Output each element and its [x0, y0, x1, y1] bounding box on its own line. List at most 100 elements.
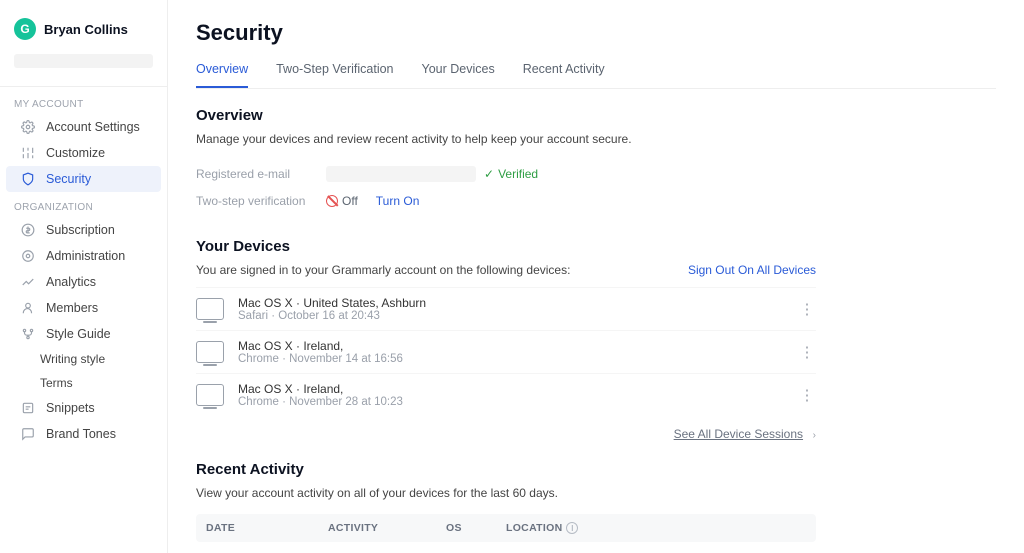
- device-sub: Safari · October 16 at 20:43: [238, 310, 798, 322]
- activity-heading: Recent Activity: [196, 461, 816, 478]
- sidebar-subitem-terms[interactable]: Terms: [0, 371, 167, 395]
- check-icon: ✓: [484, 167, 494, 181]
- device-title: Mac OS X · United States, Ashburn: [238, 296, 798, 310]
- col-location-label: LOCATION: [506, 522, 562, 534]
- page-title: Security: [196, 20, 996, 46]
- sidebar-subitem-writing-style[interactable]: Writing style: [0, 347, 167, 371]
- sidebar-item-customize[interactable]: Customize: [6, 140, 161, 166]
- sidebar-item-subscription[interactable]: Subscription: [6, 217, 161, 243]
- col-date-header: DATE: [206, 522, 328, 534]
- col-location-header: LOCATION i: [506, 522, 626, 534]
- device-text: Mac OS X · United States, Ashburn Safari…: [238, 296, 798, 322]
- sliders-icon: [20, 145, 36, 161]
- tab-devices[interactable]: Your Devices: [422, 56, 495, 88]
- sidebar-item-label: Brand Tones: [46, 427, 116, 441]
- sidebar-item-label: Security: [46, 172, 91, 186]
- sidebar-item-label: Customize: [46, 146, 105, 160]
- verified-label: Verified: [498, 167, 538, 181]
- turn-on-link[interactable]: Turn On: [376, 194, 420, 208]
- sign-out-all-link[interactable]: Sign Out On All Devices: [688, 263, 816, 277]
- device-menu-button[interactable]: ⋮: [798, 343, 816, 361]
- devices-heading: Your Devices: [196, 238, 816, 255]
- sidebar-section-account: MY ACCOUNT: [0, 97, 167, 114]
- two-step-row: Two-step verification Off Turn On: [196, 188, 816, 214]
- two-step-status: Off: [326, 194, 358, 208]
- sidebar-item-account-settings[interactable]: Account Settings: [6, 114, 161, 140]
- activity-section: Recent Activity View your account activi…: [196, 461, 816, 553]
- sidebar-item-analytics[interactable]: Analytics: [6, 269, 161, 295]
- sidebar-item-security[interactable]: Security: [6, 166, 161, 192]
- main-content: Security Overview Two-Step Verification …: [168, 0, 1024, 553]
- device-menu-button[interactable]: ⋮: [798, 386, 816, 404]
- col-activity-header: ACTIVITY: [328, 522, 446, 534]
- chevron-right-icon: ›: [813, 430, 816, 441]
- sidebar-item-style-guide[interactable]: Style Guide: [6, 321, 161, 347]
- device-row: Mac OS X · Ireland, Chrome · November 28…: [196, 373, 816, 416]
- overview-desc: Manage your devices and review recent ac…: [196, 132, 816, 146]
- devices-desc: You are signed in to your Grammarly acco…: [196, 263, 570, 277]
- laptop-icon: [196, 341, 224, 363]
- tab-overview[interactable]: Overview: [196, 56, 248, 88]
- sidebar-item-brand-tones[interactable]: Brand Tones: [6, 421, 161, 447]
- device-menu-button[interactable]: ⋮: [798, 300, 816, 318]
- sidebar-item-label: Analytics: [46, 275, 96, 289]
- sidebar-item-label: Style Guide: [46, 327, 111, 341]
- sidebar-item-members[interactable]: Members: [6, 295, 161, 321]
- device-sub: Chrome · November 28 at 10:23: [238, 396, 798, 408]
- registered-email-redacted: [326, 166, 476, 182]
- two-step-label: Two-step verification: [196, 194, 326, 208]
- divider: [0, 86, 167, 87]
- registered-email-label: Registered e-mail: [196, 167, 326, 181]
- sidebar-item-label: Account Settings: [46, 120, 140, 134]
- sidebar-item-label: Snippets: [46, 401, 95, 415]
- sidebar-item-administration[interactable]: Administration: [6, 243, 161, 269]
- tone-icon: [20, 426, 36, 442]
- chart-icon: [20, 274, 36, 290]
- info-icon[interactable]: i: [566, 522, 578, 534]
- off-icon: [326, 195, 338, 207]
- see-all-link[interactable]: See All Device Sessions: [674, 427, 803, 441]
- gear-icon: [20, 119, 36, 135]
- devices-header: You are signed in to your Grammarly acco…: [196, 263, 816, 277]
- sidebar-item-label: Subscription: [46, 223, 115, 237]
- device-title: Mac OS X · Ireland,: [238, 382, 798, 396]
- registered-email-row: Registered e-mail ✓ Verified: [196, 160, 816, 188]
- col-os-header: OS: [446, 522, 506, 534]
- device-title: Mac OS X · Ireland,: [238, 339, 798, 353]
- branch-icon: [20, 326, 36, 342]
- user-block: G Bryan Collins: [0, 18, 167, 50]
- sidebar-item-label: Administration: [46, 249, 125, 263]
- activity-desc: View your account activity on all of you…: [196, 486, 816, 500]
- device-text: Mac OS X · Ireland, Chrome · November 28…: [238, 382, 798, 408]
- sidebar: G Bryan Collins MY ACCOUNT Account Setti…: [0, 0, 168, 553]
- user-email-redacted: [14, 54, 153, 68]
- sidebar-section-org: ORGANIZATION: [0, 200, 167, 217]
- snippet-icon: [20, 400, 36, 416]
- device-text: Mac OS X · Ireland, Chrome · November 14…: [238, 339, 798, 365]
- dollar-icon: [20, 222, 36, 238]
- shield-icon: [20, 171, 36, 187]
- user-name: Bryan Collins: [44, 22, 128, 37]
- sidebar-item-label: Members: [46, 301, 98, 315]
- laptop-icon: [196, 384, 224, 406]
- avatar: G: [14, 18, 36, 40]
- user-icon: [20, 300, 36, 316]
- activity-row: September 12, 2022 at 5:52 pm Signed In …: [196, 542, 816, 553]
- activity-table-head: DATE ACTIVITY OS LOCATION i: [196, 514, 816, 542]
- tab-recent-activity[interactable]: Recent Activity: [523, 56, 605, 88]
- device-sub: Chrome · November 14 at 16:56: [238, 353, 798, 365]
- activity-table: DATE ACTIVITY OS LOCATION i September 12…: [196, 514, 816, 553]
- cog-icon: [20, 248, 36, 264]
- see-all-sessions: See All Device Sessions ›: [196, 426, 816, 441]
- overview-section: Overview Manage your devices and review …: [196, 107, 816, 214]
- device-row: Mac OS X · United States, Ashburn Safari…: [196, 287, 816, 330]
- tab-two-step[interactable]: Two-Step Verification: [276, 56, 393, 88]
- sidebar-item-snippets[interactable]: Snippets: [6, 395, 161, 421]
- device-row: Mac OS X · Ireland, Chrome · November 14…: [196, 330, 816, 373]
- off-label: Off: [342, 194, 358, 208]
- tabs: Overview Two-Step Verification Your Devi…: [196, 56, 996, 89]
- devices-section: Your Devices You are signed in to your G…: [196, 238, 816, 441]
- laptop-icon: [196, 298, 224, 320]
- overview-heading: Overview: [196, 107, 816, 124]
- verified-badge: ✓ Verified: [484, 167, 538, 181]
